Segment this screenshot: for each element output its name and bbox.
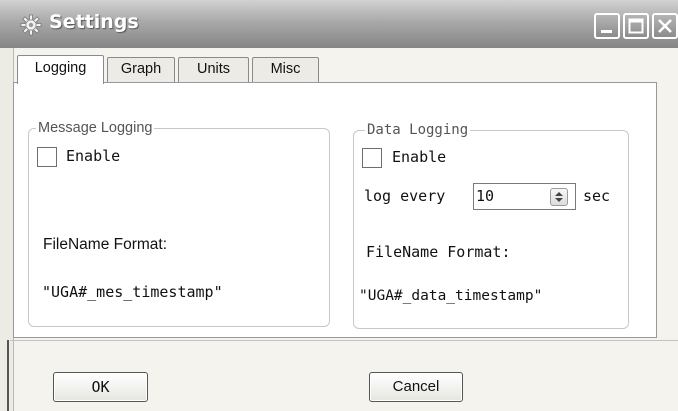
message-logging-legend: Message Logging bbox=[36, 120, 155, 136]
log-interval-value[interactable]: 10 bbox=[476, 187, 494, 205]
message-logging-enable-checkbox[interactable] bbox=[37, 147, 57, 167]
tab-misc[interactable]: Misc bbox=[252, 57, 319, 82]
spin-up-down-icon bbox=[555, 192, 563, 202]
message-filename-format-label: FileName Format: bbox=[43, 236, 168, 253]
gear-icon bbox=[20, 14, 42, 36]
data-filename-format-value: "UGA#_data_timestamp" bbox=[359, 288, 543, 304]
log-interval-spinbox[interactable]: 10 bbox=[473, 183, 576, 210]
tab-logging[interactable]: Logging bbox=[17, 55, 104, 84]
ok-button[interactable]: OK bbox=[53, 372, 148, 402]
maximize-button[interactable] bbox=[623, 13, 649, 39]
minimize-button[interactable] bbox=[594, 13, 620, 39]
message-logging-enable-label: Enable bbox=[66, 147, 121, 165]
log-interval-unit: sec bbox=[583, 187, 611, 205]
log-every-label: log every bbox=[364, 187, 446, 205]
data-logging-enable-label: Enable bbox=[392, 148, 447, 166]
data-logging-enable-checkbox[interactable] bbox=[362, 148, 382, 168]
tab-graph[interactable]: Graph bbox=[107, 57, 175, 82]
spin-arrows-button[interactable] bbox=[550, 188, 568, 206]
close-button[interactable] bbox=[652, 13, 678, 39]
data-logging-legend: Data Logging bbox=[365, 122, 471, 138]
cancel-button[interactable]: Cancel bbox=[369, 372, 463, 402]
window-title: Settings bbox=[49, 11, 139, 33]
close-icon bbox=[658, 19, 672, 33]
title-bar[interactable]: Settings bbox=[0, 0, 678, 48]
tab-units[interactable]: Units bbox=[178, 57, 249, 82]
data-filename-format-label: FileName Format: bbox=[366, 243, 511, 261]
window-edge-line bbox=[7, 340, 9, 411]
maximize-icon bbox=[628, 18, 644, 34]
message-filename-format-value: "UGA#_mes_timestamp" bbox=[42, 283, 223, 301]
minimize-icon bbox=[601, 30, 612, 33]
separator-line bbox=[10, 340, 678, 341]
